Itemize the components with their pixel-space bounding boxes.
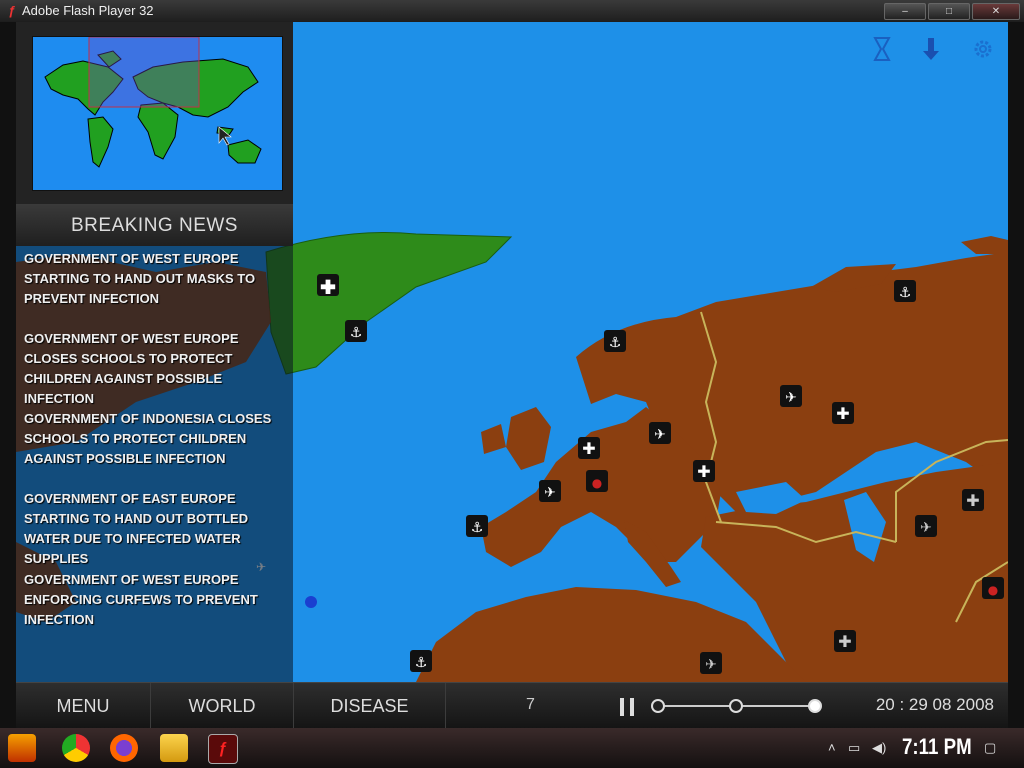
close-button[interactable]: ✕ <box>972 3 1020 20</box>
menu-button[interactable]: MENU <box>16 683 151 728</box>
bottom-control-bar: MENU WORLD DISEASE 7 20 : 29 08 2008 <box>16 682 1008 728</box>
port-icon[interactable]: ⚓ <box>894 280 916 302</box>
water-drop-icon[interactable]: ● <box>982 577 1004 599</box>
world-button[interactable]: WORLD <box>151 683 294 728</box>
news-item: GOVERNMENT OF WEST EUROPE STARTING TO HA… <box>24 251 256 306</box>
svg-text:✚: ✚ <box>966 491 979 510</box>
start-icon[interactable] <box>8 734 36 762</box>
port-icon[interactable]: ⚓ <box>604 330 626 352</box>
minimap[interactable] <box>32 36 283 191</box>
down-arrow-icon[interactable] <box>919 36 943 62</box>
svg-text:✈: ✈ <box>785 390 797 406</box>
airport-icon[interactable]: ✈ <box>915 515 937 537</box>
chrome-icon[interactable] <box>62 734 90 762</box>
hospital-icon[interactable] <box>317 274 339 296</box>
hourglass-icon[interactable] <box>870 36 894 62</box>
airport-icon[interactable]: ✈ <box>700 652 722 674</box>
svg-text:✚: ✚ <box>836 404 849 423</box>
flash-frame: ⚓ ⚓ ⚓ ✈ ✚ ✈ ✚ ✚ ● ✈ ⚓ ✚ ✈ ● ✚ ⚓ ✈ ✈ <box>0 22 1024 728</box>
svg-text:✈: ✈ <box>705 657 717 673</box>
notification-icon[interactable]: ▢ <box>984 740 996 756</box>
port-icon[interactable]: ⚓ <box>466 515 488 537</box>
game-area: ⚓ ⚓ ⚓ ✈ ✚ ✈ ✚ ✚ ● ✈ ⚓ ✚ ✈ ● ✚ ⚓ ✈ ✈ <box>16 22 1008 728</box>
svg-text:✚: ✚ <box>582 439 595 458</box>
breaking-news-header: BREAKING NEWS <box>16 204 293 246</box>
hospital-icon[interactable]: ✚ <box>578 437 600 459</box>
breaking-news-panel: BREAKING NEWS GOVERNMENT OF WEST EUROPE … <box>16 204 293 682</box>
firefox-icon[interactable] <box>110 734 138 762</box>
points-counter: 7 <box>526 696 535 713</box>
network-icon[interactable]: ▭ <box>848 740 860 756</box>
svg-text:⚓: ⚓ <box>899 285 912 301</box>
taskbar: ƒ ˄ ▭ ◀) 7:11 PM ▢ <box>0 728 1024 768</box>
window-title-bar: ƒ Adobe Flash Player 32 – □ ✕ <box>0 0 1024 23</box>
svg-text:⚓: ⚓ <box>471 520 484 536</box>
svg-text:●: ● <box>988 583 998 597</box>
svg-text:⚓: ⚓ <box>415 655 428 671</box>
taskbar-clock[interactable]: 7:11 PM <box>902 734 972 760</box>
news-item: GOVERNMENT OF EAST EUROPE STARTING TO HA… <box>24 491 249 566</box>
gear-icon[interactable] <box>971 36 995 62</box>
svg-text:✚: ✚ <box>697 462 710 481</box>
minimap-panel <box>16 22 293 204</box>
svg-text:●: ● <box>592 476 602 490</box>
chevron-up-icon[interactable]: ˄ <box>828 740 836 755</box>
volume-icon[interactable]: ◀) <box>872 740 886 756</box>
news-item: GOVERNMENT OF INDONESIA CLOSES SCHOOLS T… <box>24 411 272 466</box>
flash-icon[interactable]: ƒ <box>208 734 238 764</box>
svg-text:⚓: ⚓ <box>609 335 622 351</box>
speed-slider-knob[interactable] <box>729 699 743 713</box>
minimize-button[interactable]: – <box>884 3 926 20</box>
hospital-icon[interactable]: ✚ <box>962 489 984 511</box>
news-item: GOVERNMENT OF WEST EUROPE ENFORCING CURF… <box>24 572 258 627</box>
flash-icon: ƒ <box>8 3 16 18</box>
airport-icon[interactable]: ✈ <box>649 422 671 444</box>
airport-icon[interactable]: ✈ <box>780 385 802 407</box>
disease-button[interactable]: DISEASE <box>294 683 446 728</box>
speed-slider-knob[interactable] <box>651 699 665 713</box>
news-item: GOVERNMENT OF WEST EUROPE CLOSES SCHOOLS… <box>24 331 239 406</box>
svg-text:✈: ✈ <box>654 427 666 443</box>
window-title: Adobe Flash Player 32 <box>22 3 154 18</box>
port-icon[interactable]: ⚓ <box>410 650 432 672</box>
svg-text:⚓: ⚓ <box>350 325 363 341</box>
hospital-icon[interactable]: ✚ <box>693 460 715 482</box>
game-date: 20 : 29 08 2008 <box>875 695 994 714</box>
svg-text:✈: ✈ <box>544 485 556 501</box>
explorer-icon[interactable] <box>160 734 188 762</box>
speed-slider-knob-selected[interactable] <box>808 699 822 713</box>
svg-text:✚: ✚ <box>838 632 851 651</box>
hospital-icon[interactable]: ✚ <box>832 402 854 424</box>
ship-marker <box>305 596 317 608</box>
pause-button[interactable] <box>620 698 636 716</box>
maximize-button[interactable]: □ <box>928 3 970 20</box>
water-drop-icon[interactable]: ● <box>586 470 608 492</box>
airport-icon[interactable]: ✈ <box>539 480 561 502</box>
svg-text:✈: ✈ <box>920 520 932 536</box>
port-icon[interactable]: ⚓ <box>345 320 367 342</box>
hospital-icon[interactable]: ✚ <box>834 630 856 652</box>
